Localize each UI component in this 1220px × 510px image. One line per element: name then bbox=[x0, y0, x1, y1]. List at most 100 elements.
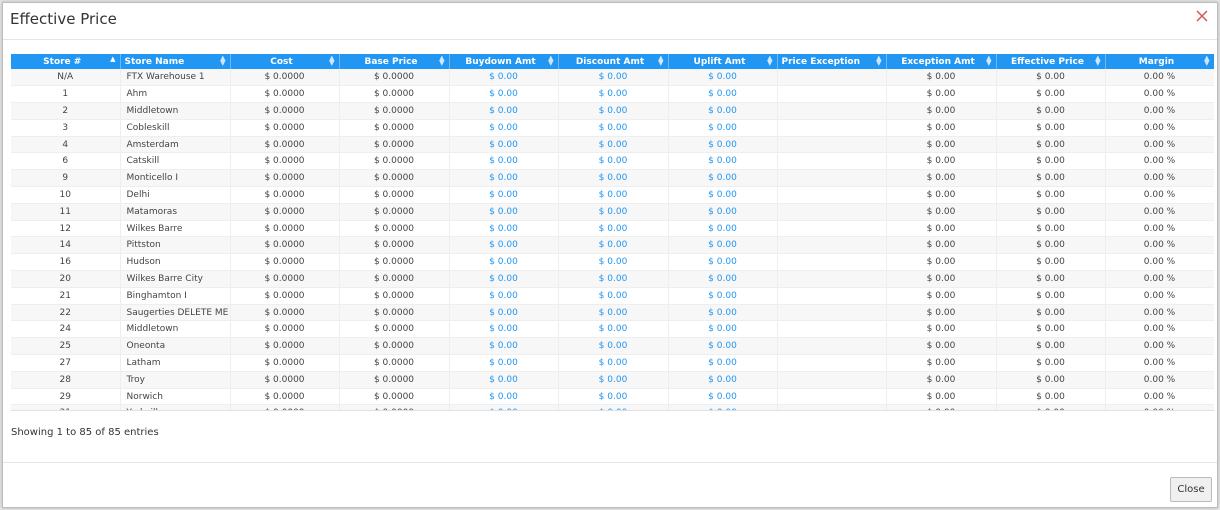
cell-store-name: Pittston bbox=[120, 236, 231, 255]
cell-buydown-amt[interactable]: $ 0.00 bbox=[449, 270, 559, 288]
column-header-discount-amt[interactable]: Discount Amt ▲ ▼ bbox=[558, 54, 669, 69]
cell-discount-amt[interactable]: $ 0.00 bbox=[558, 253, 669, 272]
cell-buydown-amt[interactable]: $ 0.00 bbox=[449, 152, 559, 171]
cell-buydown-amt[interactable]: $ 0.00 bbox=[449, 186, 559, 204]
cell-discount-amt[interactable]: $ 0.00 bbox=[558, 102, 669, 120]
cell-discount-amt[interactable]: $ 0.00 bbox=[558, 169, 669, 188]
cell-uplift-amt[interactable]: $ 0.00 bbox=[668, 354, 778, 372]
cell-effective-price: $ 0.00 bbox=[996, 404, 1106, 410]
close-button[interactable]: Close bbox=[1170, 477, 1212, 502]
cell-discount-amt[interactable]: $ 0.00 bbox=[558, 203, 669, 221]
column-header-base-price[interactable]: Base Price ▲ ▼ bbox=[339, 54, 450, 69]
cell-uplift-amt[interactable]: $ 0.00 bbox=[668, 270, 778, 288]
cell-store-name: Catskill bbox=[120, 152, 231, 171]
cell-uplift-amt[interactable]: $ 0.00 bbox=[668, 404, 778, 410]
cell-uplift-amt[interactable]: $ 0.00 bbox=[668, 287, 778, 305]
cell-buydown-amt[interactable]: $ 0.00 bbox=[449, 404, 559, 410]
cell-buydown-amt[interactable]: $ 0.00 bbox=[449, 388, 559, 406]
cell-discount-amt[interactable]: $ 0.00 bbox=[558, 371, 669, 389]
cell-discount-amt[interactable]: $ 0.00 bbox=[558, 186, 669, 204]
column-header-exception-amt[interactable]: Exception Amt ▲ ▼ bbox=[886, 54, 997, 69]
column-header-buydown-amt[interactable]: Buydown Amt ▲ ▼ bbox=[449, 54, 559, 69]
column-header-label: Uplift Amt bbox=[693, 56, 746, 67]
cell-uplift-amt[interactable]: $ 0.00 bbox=[668, 337, 778, 356]
cell-store: 12 bbox=[11, 220, 121, 238]
cell-uplift-amt[interactable]: $ 0.00 bbox=[668, 371, 778, 389]
cell-uplift-amt[interactable]: $ 0.00 bbox=[668, 253, 778, 272]
cell-buydown-amt[interactable]: $ 0.00 bbox=[449, 169, 559, 188]
cell-discount-amt[interactable]: $ 0.00 bbox=[558, 388, 669, 406]
cell-uplift-amt[interactable]: $ 0.00 bbox=[668, 186, 778, 204]
cell-buydown-amt[interactable]: $ 0.00 bbox=[449, 236, 559, 255]
cell-uplift-amt[interactable]: $ 0.00 bbox=[668, 203, 778, 221]
table-scroll-area[interactable]: Store # ▲ Store Name ▲ ▼ Cost ▲ ▼ Base Price ▲ … bbox=[11, 54, 1214, 411]
column-header-uplift-amt[interactable]: Uplift Amt ▲ ▼ bbox=[668, 54, 778, 69]
cell-buydown-amt[interactable]: $ 0.00 bbox=[449, 354, 559, 372]
column-header-store-name[interactable]: Store Name ▲ ▼ bbox=[120, 54, 231, 69]
cell-uplift-amt[interactable]: $ 0.00 bbox=[668, 69, 778, 87]
cell-discount-amt[interactable]: $ 0.00 bbox=[558, 69, 669, 87]
column-header-effective-price[interactable]: Effective Price ▲ ▼ bbox=[996, 54, 1106, 69]
cell-uplift-amt[interactable]: $ 0.00 bbox=[668, 236, 778, 255]
cell-effective-price: $ 0.00 bbox=[996, 337, 1106, 356]
cell-cost: $ 0.0000 bbox=[230, 337, 340, 356]
cell-discount-amt[interactable]: $ 0.00 bbox=[558, 119, 669, 137]
cell-store-name: FTX Warehouse 1 bbox=[120, 69, 231, 87]
cell-buydown-amt[interactable]: $ 0.00 bbox=[449, 102, 559, 120]
column-header-margin[interactable]: Margin ▲ ▼ bbox=[1105, 54, 1214, 69]
cell-buydown-amt[interactable]: $ 0.00 bbox=[449, 371, 559, 389]
cell-effective-price: $ 0.00 bbox=[996, 236, 1106, 255]
cell-uplift-amt[interactable]: $ 0.00 bbox=[668, 169, 778, 188]
cell-buydown-amt[interactable]: $ 0.00 bbox=[449, 85, 559, 104]
cell-discount-amt[interactable]: $ 0.00 bbox=[558, 270, 669, 288]
cell-uplift-amt[interactable]: $ 0.00 bbox=[668, 102, 778, 120]
cell-buydown-amt[interactable]: $ 0.00 bbox=[449, 304, 559, 322]
cell-buydown-amt[interactable]: $ 0.00 bbox=[449, 337, 559, 356]
cell-discount-amt[interactable]: $ 0.00 bbox=[558, 136, 669, 154]
cell-discount-amt[interactable]: $ 0.00 bbox=[558, 220, 669, 238]
cell-buydown-amt[interactable]: $ 0.00 bbox=[449, 203, 559, 221]
cell-uplift-amt[interactable]: $ 0.00 bbox=[668, 136, 778, 154]
cell-uplift-amt[interactable]: $ 0.00 bbox=[668, 85, 778, 104]
cell-base-price: $ 0.0000 bbox=[339, 337, 450, 356]
cell-discount-amt[interactable]: $ 0.00 bbox=[558, 85, 669, 104]
cell-price-exception bbox=[777, 304, 887, 322]
cell-uplift-amt[interactable]: $ 0.00 bbox=[668, 119, 778, 137]
column-header-cost[interactable]: Cost ▲ ▼ bbox=[230, 54, 340, 69]
close-icon[interactable] bbox=[1195, 9, 1209, 23]
cell-effective-price: $ 0.00 bbox=[996, 304, 1106, 322]
cell-buydown-amt[interactable]: $ 0.00 bbox=[449, 136, 559, 154]
column-header-store[interactable]: Store # ▲ bbox=[11, 54, 121, 69]
cell-discount-amt[interactable]: $ 0.00 bbox=[558, 152, 669, 171]
column-header-label: Buydown Amt bbox=[465, 56, 536, 67]
column-header-price-exception[interactable]: Price Exception ▲ ▼ bbox=[777, 54, 887, 69]
cell-store: 4 bbox=[11, 136, 121, 154]
cell-discount-amt[interactable]: $ 0.00 bbox=[558, 287, 669, 305]
cell-base-price: $ 0.0000 bbox=[339, 354, 450, 372]
cell-buydown-amt[interactable]: $ 0.00 bbox=[449, 320, 559, 339]
cell-buydown-amt[interactable]: $ 0.00 bbox=[449, 69, 559, 87]
cell-discount-amt[interactable]: $ 0.00 bbox=[558, 236, 669, 255]
cell-cost: $ 0.0000 bbox=[230, 85, 340, 104]
cell-buydown-amt[interactable]: $ 0.00 bbox=[449, 253, 559, 272]
cell-margin: 0.00 % bbox=[1105, 119, 1214, 137]
cell-buydown-amt[interactable]: $ 0.00 bbox=[449, 119, 559, 137]
cell-uplift-amt[interactable]: $ 0.00 bbox=[668, 304, 778, 322]
cell-uplift-amt[interactable]: $ 0.00 bbox=[668, 320, 778, 339]
cell-base-price: $ 0.0000 bbox=[339, 236, 450, 255]
cell-buydown-amt[interactable]: $ 0.00 bbox=[449, 287, 559, 305]
cell-discount-amt[interactable]: $ 0.00 bbox=[558, 320, 669, 339]
table-row: 28 Troy $ 0.0000 $ 0.0000 $ 0.00 $ 0.00 $ 0.00… bbox=[11, 371, 1214, 389]
table-row: 12 Wilkes Barre $ 0.0000 $ 0.0000 $ 0.00 $ 0.… bbox=[11, 220, 1214, 238]
sort-ascending-icon: ▲ bbox=[110, 55, 116, 63]
cell-margin: 0.00 % bbox=[1105, 404, 1214, 410]
cell-discount-amt[interactable]: $ 0.00 bbox=[558, 404, 669, 410]
cell-cost: $ 0.0000 bbox=[230, 220, 340, 238]
cell-discount-amt[interactable]: $ 0.00 bbox=[558, 337, 669, 356]
cell-discount-amt[interactable]: $ 0.00 bbox=[558, 354, 669, 372]
cell-uplift-amt[interactable]: $ 0.00 bbox=[668, 152, 778, 171]
cell-discount-amt[interactable]: $ 0.00 bbox=[558, 304, 669, 322]
cell-buydown-amt[interactable]: $ 0.00 bbox=[449, 220, 559, 238]
cell-uplift-amt[interactable]: $ 0.00 bbox=[668, 220, 778, 238]
cell-uplift-amt[interactable]: $ 0.00 bbox=[668, 388, 778, 406]
